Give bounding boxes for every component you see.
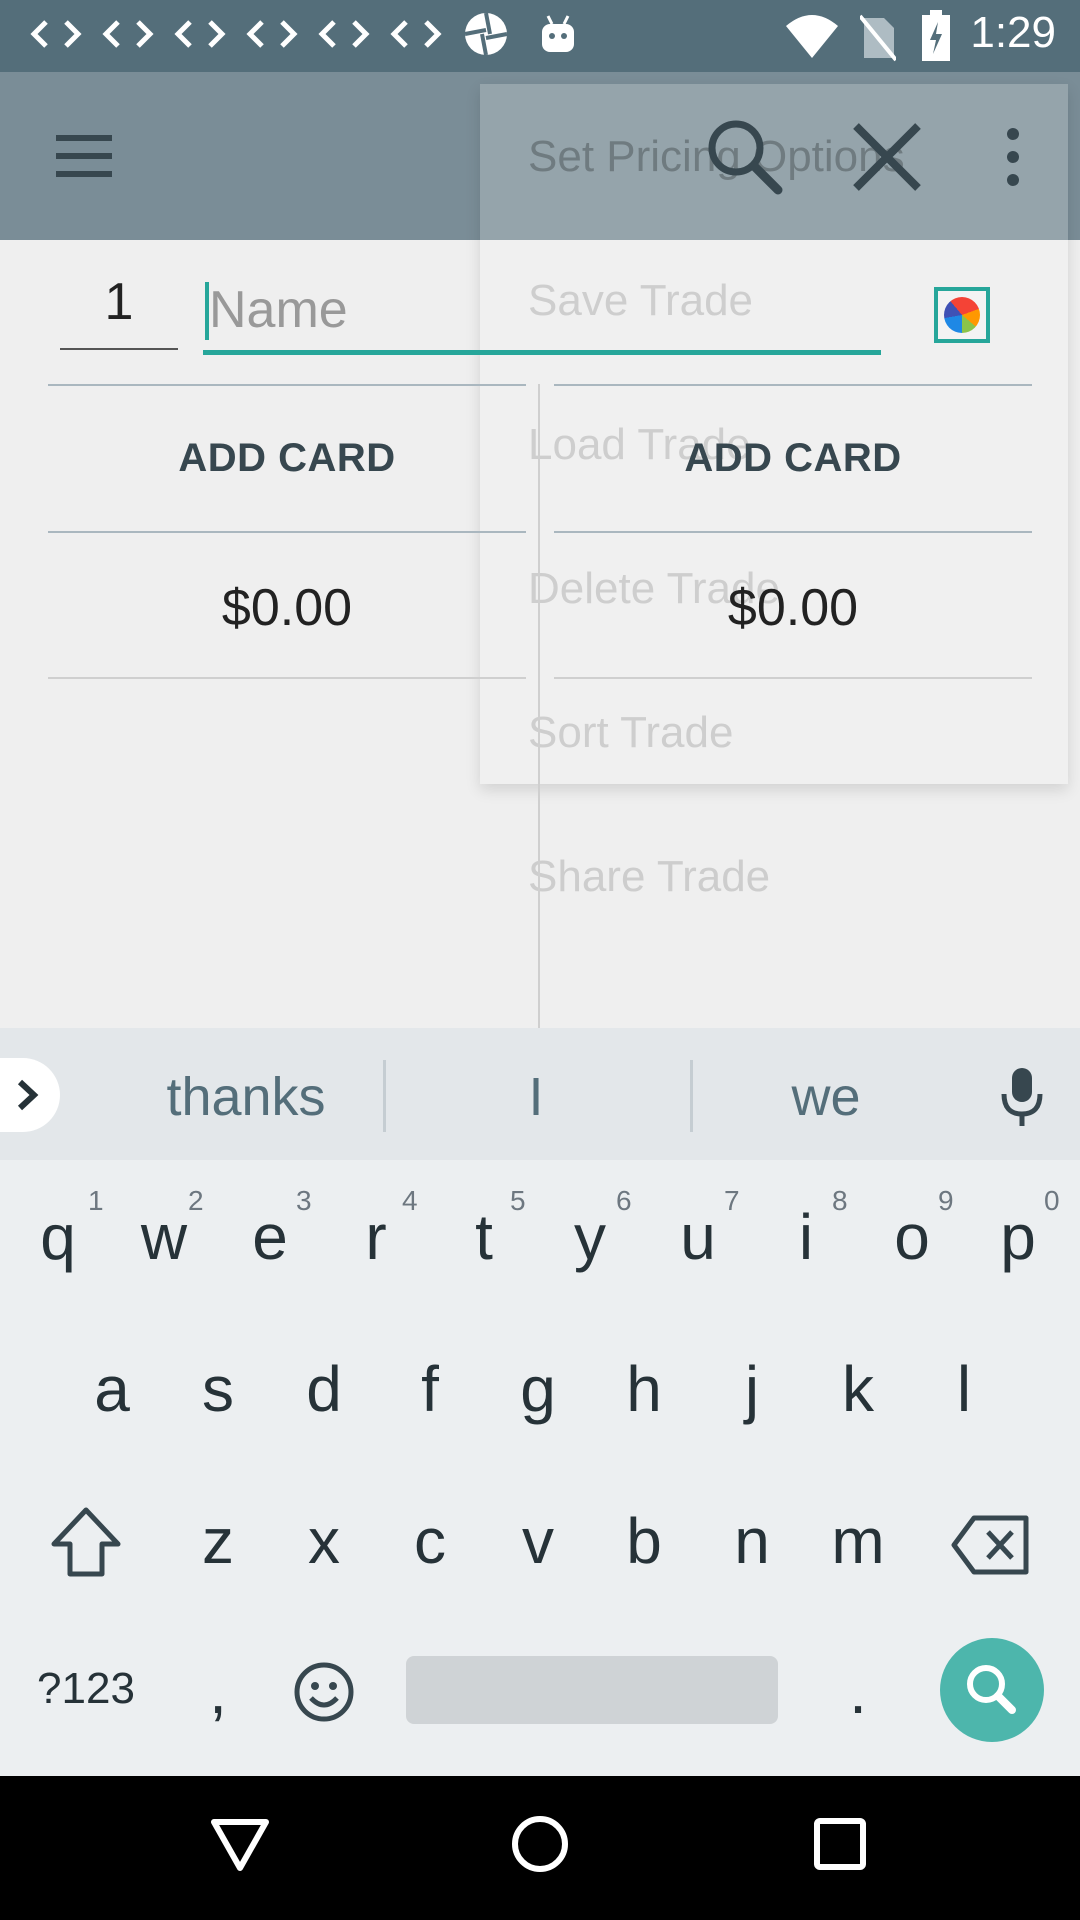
divider [554, 677, 1032, 679]
expand-suggestions-button[interactable] [0, 1058, 60, 1132]
code-icon [102, 20, 154, 48]
more-vert-icon[interactable] [990, 122, 1036, 192]
color-picker-button[interactable] [934, 287, 990, 343]
suggestion-divider [690, 1060, 693, 1132]
backspace-icon[interactable] [950, 1514, 1032, 1576]
key-f[interactable]: f [390, 1352, 470, 1426]
suggestion-divider [383, 1060, 386, 1132]
color-wheel-icon [944, 297, 980, 333]
key-hint: 4 [402, 1185, 418, 1216]
key-c[interactable]: c [390, 1504, 470, 1578]
key-hint: 0 [1044, 1185, 1060, 1216]
search-key[interactable] [940, 1638, 1044, 1742]
search-icon [967, 1665, 1016, 1714]
android-icon [542, 15, 574, 52]
suggestion-2[interactable]: I [420, 1066, 652, 1128]
name-input[interactable] [203, 270, 881, 355]
key-a[interactable]: a [72, 1352, 152, 1426]
code-icon [318, 20, 370, 48]
status-time: 1:29 [970, 8, 1056, 57]
key-hint: 6 [616, 1185, 632, 1216]
status-bar: 1:29 [0, 0, 1080, 72]
code-icon [390, 20, 442, 48]
key-x[interactable]: x [284, 1504, 364, 1578]
key-hint: 5 [510, 1185, 526, 1216]
mic-icon[interactable] [994, 1062, 1050, 1132]
comma-key[interactable]: , [178, 1654, 258, 1728]
key-j[interactable]: j [712, 1352, 792, 1426]
left-add-card-button[interactable]: ADD CARD [48, 436, 526, 481]
divider [554, 384, 1032, 386]
key-hint: 7 [724, 1185, 740, 1216]
aperture-icon [464, 12, 508, 56]
right-add-card-button[interactable]: ADD CARD [554, 436, 1032, 481]
menu-item-sort-trade[interactable]: Sort Trade [528, 708, 733, 758]
shift-icon[interactable] [46, 1504, 126, 1580]
key-d[interactable]: d [284, 1352, 364, 1426]
key-v[interactable]: v [498, 1504, 578, 1578]
symbols-key[interactable]: ?123 [26, 1664, 146, 1714]
menu-icon[interactable] [40, 120, 128, 192]
right-total-price: $0.00 [727, 579, 859, 637]
key-s[interactable]: s [178, 1352, 258, 1426]
key-h[interactable]: h [604, 1352, 684, 1426]
key-q[interactable]: q [18, 1200, 98, 1274]
divider [48, 384, 526, 386]
menu-item-share-trade[interactable]: Share Trade [528, 852, 770, 902]
key-m[interactable]: m [818, 1504, 898, 1578]
suggestion-3[interactable]: we [710, 1066, 942, 1128]
divider [554, 531, 1032, 533]
text-caret [205, 282, 209, 340]
suggestion-1[interactable]: thanks [126, 1066, 366, 1128]
battery-charging-icon [922, 10, 950, 61]
quantity-value: 1 [104, 273, 134, 331]
key-n[interactable]: n [712, 1504, 792, 1578]
key-b[interactable]: b [604, 1504, 684, 1578]
close-icon[interactable] [842, 112, 932, 202]
spacebar[interactable] [406, 1656, 778, 1724]
key-hint: 1 [88, 1185, 104, 1216]
key-hint: 8 [832, 1185, 848, 1216]
search-icon[interactable] [700, 112, 790, 202]
key-l[interactable]: l [924, 1352, 1004, 1426]
code-icon [246, 20, 298, 48]
key-z[interactable]: z [178, 1504, 258, 1578]
back-icon[interactable] [208, 1812, 272, 1876]
no-sim-icon [860, 14, 896, 62]
wifi-icon [786, 15, 838, 58]
code-icon [174, 20, 226, 48]
left-total-price: $0.00 [221, 579, 353, 637]
key-hint: 2 [188, 1185, 204, 1216]
key-hint: 9 [938, 1185, 954, 1216]
navigation-bar [0, 1776, 1080, 1920]
key-hint: 3 [296, 1185, 312, 1216]
emoji-icon[interactable] [292, 1660, 356, 1724]
code-icon [30, 20, 82, 48]
divider [48, 531, 526, 533]
key-k[interactable]: k [818, 1352, 898, 1426]
column-separator [538, 384, 540, 1028]
key-g[interactable]: g [498, 1352, 578, 1426]
period-key[interactable]: . [818, 1654, 898, 1728]
divider [48, 677, 526, 679]
recents-icon[interactable] [808, 1812, 872, 1876]
home-icon[interactable] [508, 1812, 572, 1876]
